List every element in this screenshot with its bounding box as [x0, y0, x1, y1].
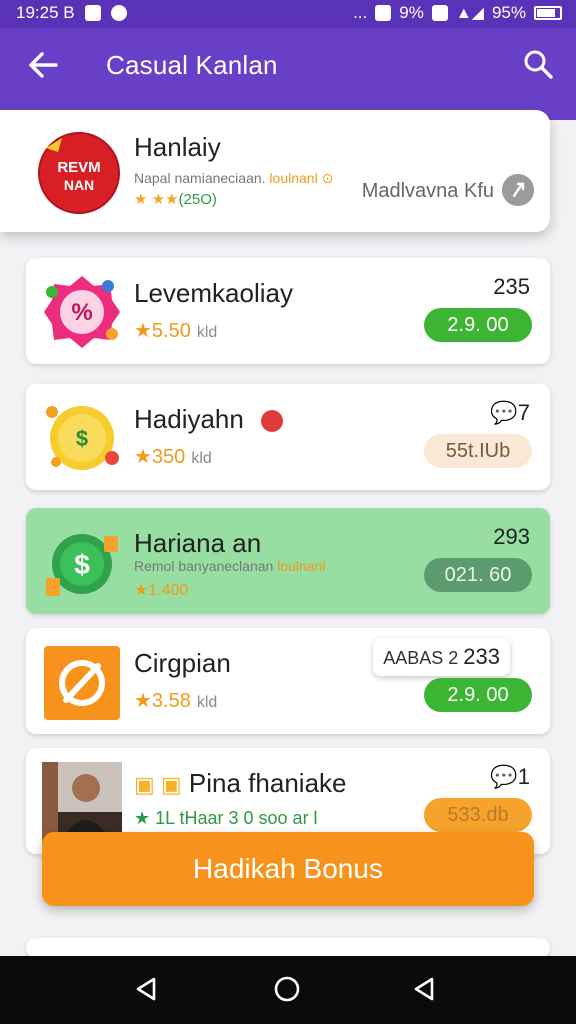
comment-icon: 💬: [490, 764, 518, 789]
nav-back-icon[interactable]: [132, 974, 162, 1004]
status-dots: ...: [353, 3, 368, 22]
app-count: 293: [493, 524, 530, 549]
svg-text:$: $: [76, 426, 88, 451]
price-button[interactable]: 021. 60: [424, 558, 532, 592]
tooltip: AABAS 2 233: [373, 638, 510, 676]
app-icon-compass: [44, 646, 120, 720]
app-count: 💬1: [490, 764, 530, 789]
price-button[interactable]: 55t.IUb: [424, 434, 532, 468]
app-rating: ★1.400: [134, 582, 189, 599]
app-name: Hadiyahn: [134, 404, 284, 435]
list-item-partial: [26, 938, 550, 958]
featured-app-subtitle: Napal namianeciaan. loulnanl ⊙: [134, 170, 334, 186]
wifi-icon: ▲◢: [455, 5, 484, 22]
svg-text:NAN: NAN: [64, 177, 94, 193]
app-bar: Casual Kanlan: [0, 28, 576, 102]
status-bar: 19:25 B ... 9% ▲◢ 95%: [0, 0, 576, 28]
bonus-button[interactable]: Hadikah Bonus: [42, 832, 534, 906]
list-item-selected[interactable]: $ Hariana an Remol banyaneclanan loulnan…: [26, 508, 550, 614]
app-rating: ★ 1L tHaar 3 0 soo ar l: [134, 808, 318, 828]
featured-rating: ★ ★★(25O): [134, 191, 217, 208]
featured-app-name: Hanlaiy: [134, 132, 221, 162]
featured-app-icon: REVM NAN: [38, 132, 120, 214]
battery-icon: [534, 6, 562, 20]
red-badge-icon: [261, 410, 284, 433]
app-rating: ★350 kld: [134, 446, 212, 468]
app-rating: ★5.50 kld: [134, 320, 218, 342]
app-icon-coin: $: [46, 406, 119, 470]
app-name: ▣ ▣ Pina fhaniake: [134, 768, 347, 798]
nav-recent-icon[interactable]: [410, 974, 440, 1004]
back-arrow-icon[interactable]: [26, 48, 60, 82]
price-button[interactable]: 2.9. 00: [424, 678, 532, 712]
app-count: 235: [493, 274, 530, 299]
featured-developer: Madlvavna Kfu: [361, 180, 494, 202]
svg-text:$: $: [74, 549, 90, 580]
app-name: Hariana an: [134, 528, 262, 558]
app-count: 💬7: [490, 400, 530, 425]
app-subtitle: Remol banyaneclanan loulnanl: [134, 558, 326, 574]
app-icon-dollar: $: [46, 534, 118, 596]
developer-link-icon[interactable]: [502, 174, 534, 206]
featured-badge-text: REVM: [57, 159, 100, 176]
list-item[interactable]: Cirgpian ★3.58 kld AABAS 2 233 2.9. 00: [26, 628, 550, 734]
system-nav-bar: [0, 956, 576, 1024]
coin-icons: ▣ ▣: [134, 772, 182, 797]
status-battery-text: 95%: [491, 3, 526, 22]
app-icon-percent: %: [44, 276, 120, 348]
featured-app-card[interactable]: REVM NAN Hanlaiy Napal namianeciaan. lou…: [0, 110, 550, 232]
nav-home-icon[interactable]: [272, 974, 302, 1004]
notification-icon: [84, 5, 101, 21]
sync-icon: [375, 5, 392, 21]
app-name: Levemkaoliay: [134, 278, 293, 308]
status-signal: 9%: [399, 3, 424, 22]
list-item[interactable]: % Levemkaoliay ★5.50 kld 235 2.9. 00: [26, 258, 550, 364]
search-icon[interactable]: [522, 48, 554, 80]
status-time: 19:25 B: [16, 3, 75, 22]
nfc-icon: [431, 5, 448, 21]
list-item[interactable]: $ Hadiyahn ★350 kld 💬7 55t.IUb: [26, 384, 550, 490]
settings-notification-icon: [110, 5, 127, 21]
comment-icon: 💬: [490, 400, 518, 425]
app-name: Cirgpian: [134, 648, 231, 678]
page-title: Casual Kanlan: [106, 50, 278, 80]
price-button[interactable]: 533.db: [424, 798, 532, 832]
svg-text:%: %: [71, 299, 92, 326]
app-rating: ★3.58 kld: [134, 690, 218, 712]
app-thumbnail-image: [42, 762, 122, 842]
price-button[interactable]: 2.9. 00: [424, 308, 532, 342]
